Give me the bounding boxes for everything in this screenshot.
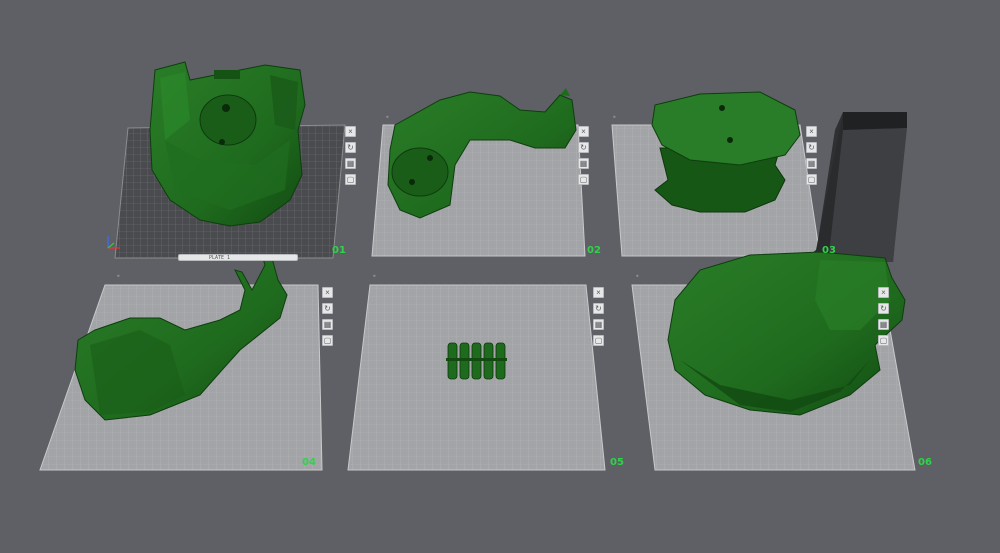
- plate-label-06: 06: [918, 457, 932, 468]
- plate-03-lock-icon[interactable]: ▢: [806, 174, 817, 185]
- plate-06-orient-icon[interactable]: ↻: [878, 303, 889, 314]
- plate-01-orient-icon[interactable]: ↻: [345, 142, 356, 153]
- plate-05-orient-icon[interactable]: ↻: [593, 303, 604, 314]
- plate-04-lock-icon[interactable]: ▢: [322, 335, 333, 346]
- viewport-3d[interactable]: [0, 0, 1000, 553]
- plate-toolbar-02: × ↻ ▦ ▢: [578, 126, 589, 185]
- plate-toolbar-03: × ↻ ▦ ▢: [806, 126, 817, 185]
- plate-05-arrange-icon[interactable]: ▦: [593, 319, 604, 330]
- plate-02-arrange-icon[interactable]: ▦: [578, 158, 589, 169]
- plate-06-lock-icon[interactable]: ▢: [878, 335, 889, 346]
- plate-04-orient-icon[interactable]: ↻: [322, 303, 333, 314]
- plate-corner-marker-02: •: [385, 113, 390, 122]
- plate-06-close-icon[interactable]: ×: [878, 287, 889, 298]
- plate-01-close-icon[interactable]: ×: [345, 126, 356, 137]
- plate-01-lock-icon[interactable]: ▢: [345, 174, 356, 185]
- model-round-base[interactable]: [651, 91, 801, 213]
- plate-label-05: 05: [610, 457, 624, 468]
- model-chest-armor[interactable]: [149, 61, 306, 227]
- plate-corner-marker-06: •: [635, 272, 640, 281]
- plate-06-arrange-icon[interactable]: ▦: [878, 319, 889, 330]
- plate-toolbar-01: × ↻ ▦ ▢: [345, 126, 356, 185]
- plate-01-arrange-icon[interactable]: ▦: [345, 158, 356, 169]
- plate-05-close-icon[interactable]: ×: [593, 287, 604, 298]
- plate-label-02: 02: [587, 245, 601, 256]
- plate-03-orient-icon[interactable]: ↻: [806, 142, 817, 153]
- model-pegs[interactable]: [446, 342, 507, 380]
- plate-label-03: 03: [822, 245, 836, 256]
- plate-toolbar-05: × ↻ ▦ ▢: [593, 287, 604, 346]
- plate-03-close-icon[interactable]: ×: [806, 126, 817, 137]
- plate-04-arrange-icon[interactable]: ▦: [322, 319, 333, 330]
- plate-toolbar-06: × ↻ ▦ ▢: [878, 287, 889, 346]
- plate-03-arrange-icon[interactable]: ▦: [806, 158, 817, 169]
- plate-label-01: 01: [332, 245, 346, 256]
- plate-status-chip: PLATE 1: [178, 254, 298, 261]
- plate-corner-marker-05: •: [372, 272, 377, 281]
- plate-02-orient-icon[interactable]: ↻: [578, 142, 589, 153]
- plate-corner-marker-04: •: [116, 272, 121, 281]
- plate-corner-marker-03: •: [612, 113, 617, 122]
- plate-02-lock-icon[interactable]: ▢: [578, 174, 589, 185]
- plate-05-lock-icon[interactable]: ▢: [593, 335, 604, 346]
- plate-toolbar-04: × ↻ ▦ ▢: [322, 287, 333, 346]
- plate-04-close-icon[interactable]: ×: [322, 287, 333, 298]
- plate-label-04: 04: [302, 457, 316, 468]
- plate-02-close-icon[interactable]: ×: [578, 126, 589, 137]
